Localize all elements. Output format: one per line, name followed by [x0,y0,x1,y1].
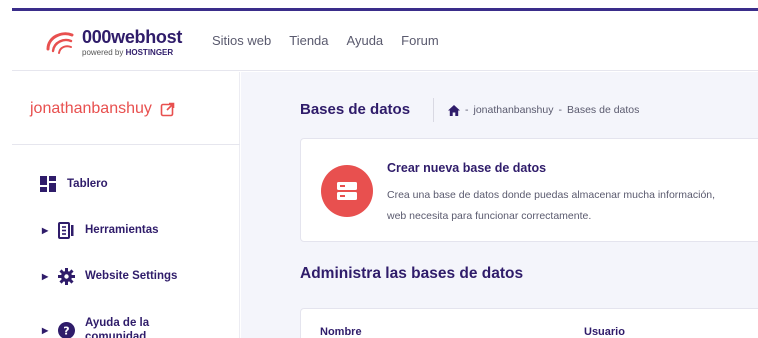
breadcrumb-separator: - [558,104,563,116]
sidebar-item-ayuda-comunidad[interactable]: ▶ ? Ayuda de la comunidad [42,316,195,338]
sidebar-item-label: Ayuda de la comunidad [85,317,150,338]
nav-tienda[interactable]: Tienda [289,33,328,48]
breadcrumb-current: Bases de datos [567,104,640,116]
sidebar: jonathanbanshuy Tablero ▶ Herramientas ▶… [12,72,240,338]
sidebar-item-tablero[interactable]: Tablero [38,175,108,193]
logo-subtitle: powered by HOSTINGER [82,48,173,57]
nav-forum[interactable]: Forum [401,33,439,48]
caret-right-icon: ▶ [42,225,49,235]
tools-icon [56,221,76,239]
logo-brand: HOSTINGER [125,48,174,57]
manage-databases-title: Administra las bases de datos [300,265,524,282]
sidebar-item-label: Tablero [67,178,108,190]
logo-swirl-icon [46,32,74,54]
logo-title: 000webhost [82,27,183,47]
external-link-icon [160,102,175,116]
main-nav: Sitios web Tienda Ayuda Forum [212,33,439,48]
site-name: jonathanbanshuy [30,100,152,117]
create-database-button[interactable] [321,165,373,217]
sidebar-item-herramientas[interactable]: ▶ Herramientas [42,221,159,239]
caret-right-icon: ▶ [42,325,49,335]
breadcrumb: - jonathanbanshuy - Bases de datos [448,104,639,116]
svg-text:?: ? [63,324,69,337]
create-database-card: Crear nueva base de datos Crea una base … [300,138,758,242]
sidebar-item-website-settings[interactable]: ▶ Website Settings [42,267,177,285]
home-icon[interactable] [448,104,460,116]
column-header-nombre: Nombre [320,326,362,338]
site-name-link[interactable]: jonathanbanshuy [30,100,175,118]
title-divider [433,98,434,122]
description-line-1: Crea una base de datos donde puedas alma… [387,189,716,201]
dashboard-icon [38,175,58,193]
create-database-title[interactable]: Crear nueva base de datos [387,161,546,175]
sidebar-item-label: Herramientas [85,224,159,236]
gear-icon [56,267,76,285]
database-icon [337,182,357,200]
nav-ayuda[interactable]: Ayuda [347,33,384,48]
databases-table: Nombre Usuario [300,308,758,338]
description-line-2: web necesita para funcionar correctament… [387,210,592,222]
caret-right-icon: ▶ [42,271,49,281]
logo-powered-by: powered by [82,48,124,57]
logo[interactable]: 000webhost powered by HOSTINGER [44,27,204,61]
create-database-description: Crea una base de datos donde puedas alma… [387,185,758,227]
help-icon: ? [56,321,76,338]
sidebar-divider [12,144,240,145]
sidebar-item-label: Website Settings [85,270,178,282]
breadcrumb-separator: - [465,104,469,116]
breadcrumb-site[interactable]: jonathanbanshuy [474,104,554,116]
page-title: Bases de datos [300,101,411,118]
column-header-usuario: Usuario [584,326,625,338]
main-content: Bases de datos - jonathanbanshuy - Bases… [241,72,758,338]
nav-sitios-web[interactable]: Sitios web [212,33,271,48]
top-navbar: 000webhost powered by HOSTINGER Sitios w… [12,11,758,71]
